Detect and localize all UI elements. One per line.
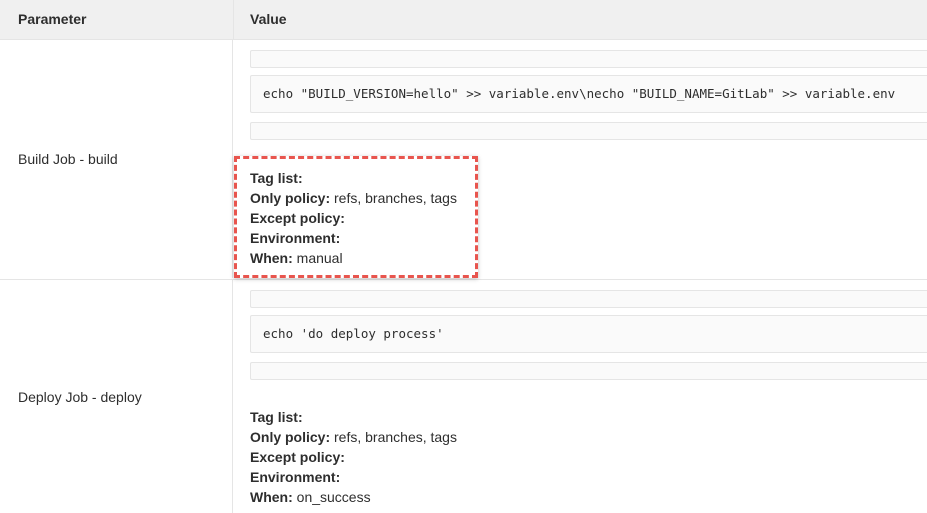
only-policy-value: refs, branches, tags xyxy=(334,190,457,206)
only-policy-label: Only policy: xyxy=(250,190,331,206)
job-details-build: echo "BUILD_VERSION=hello" >> variable.e… xyxy=(234,40,927,278)
except-policy-line: Except policy: xyxy=(250,208,457,228)
job-name-build: Build Job - build xyxy=(0,40,233,278)
except-policy-label: Except policy: xyxy=(250,449,345,465)
job-meta-build: Tag list: Only policy: refs, branches, t… xyxy=(250,168,457,268)
script-code-block: echo 'do deploy process' xyxy=(250,315,927,353)
when-value: manual xyxy=(296,250,343,266)
environment-label: Environment: xyxy=(250,469,341,485)
only-policy-label: Only policy: xyxy=(250,429,331,445)
tag-list-line: Tag list: xyxy=(250,407,457,427)
environment-line: Environment: xyxy=(250,228,457,248)
script-code-block: echo "BUILD_VERSION=hello" >> variable.e… xyxy=(250,75,927,113)
when-line: When: manual xyxy=(250,248,457,268)
only-policy-line: Only policy: refs, branches, tags xyxy=(250,427,457,447)
job-details-deploy: echo 'do deploy process' Tag list: Only … xyxy=(234,280,927,513)
when-label: When: xyxy=(250,250,293,266)
after-script-box xyxy=(250,362,927,380)
except-policy-line: Except policy: xyxy=(250,447,457,467)
before-script-box xyxy=(250,50,927,68)
tag-list-label: Tag list: xyxy=(250,409,303,425)
after-script-box xyxy=(250,122,927,140)
job-parameters-table: Parameter Value Build Job - build echo "… xyxy=(0,0,927,513)
when-value: on_success xyxy=(296,489,371,505)
before-script-box xyxy=(250,290,927,308)
only-policy-value: refs, branches, tags xyxy=(334,429,457,445)
tag-list-label: Tag list: xyxy=(250,170,303,186)
table-row-deploy-job: Deploy Job - deploy echo 'do deploy proc… xyxy=(0,279,927,513)
tag-list-line: Tag list: xyxy=(250,168,457,188)
job-name-deploy: Deploy Job - deploy xyxy=(0,280,233,513)
column-header-value: Value xyxy=(233,0,926,39)
environment-label: Environment: xyxy=(250,230,341,246)
table-row-build-job: Build Job - build echo "BUILD_VERSION=he… xyxy=(0,40,927,278)
environment-line: Environment: xyxy=(250,467,457,487)
when-line: When: on_success xyxy=(250,487,457,507)
job-meta-deploy: Tag list: Only policy: refs, branches, t… xyxy=(250,407,457,507)
except-policy-label: Except policy: xyxy=(250,210,345,226)
only-policy-line: Only policy: refs, branches, tags xyxy=(250,188,457,208)
table-header: Parameter Value xyxy=(0,0,927,40)
when-label: When: xyxy=(250,489,293,505)
column-header-parameter: Parameter xyxy=(18,11,87,27)
